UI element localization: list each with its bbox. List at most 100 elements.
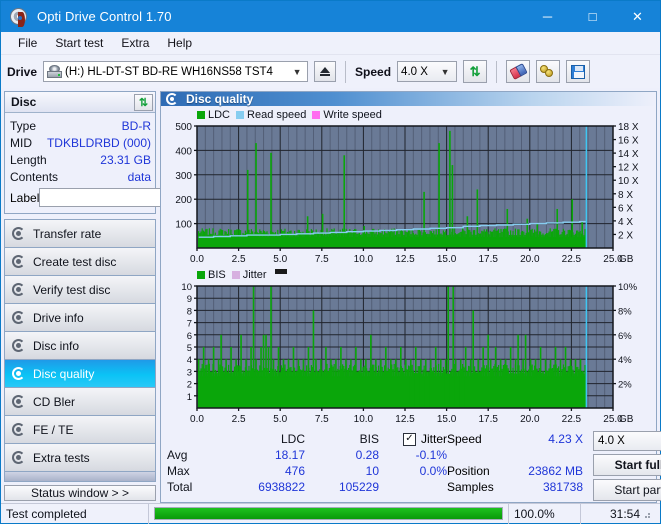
sidebar-item-extra-tests[interactable]: Extra tests [5,444,155,472]
svg-text:8: 8 [187,306,192,317]
sidebar-item-label: Verify test disc [33,282,111,297]
control-speed-value: 4.23 X [548,432,583,446]
disc-icon [11,226,27,241]
controls-readouts: Speed Position Samples 4.23 X 23862 MB 3… [447,431,583,501]
svg-text:5.0: 5.0 [273,414,287,425]
svg-text:12.5: 12.5 [395,414,415,425]
control-samples-label-row: Samples [447,479,509,495]
sidebar-item-transfer-rate[interactable]: Transfer rate [5,220,155,248]
settings-button[interactable] [536,60,561,83]
eraser-icon [508,63,528,80]
content-area: Disc ⇅ Type BD-R MID TDKBLDRBD (000) Len… [1,88,661,503]
jitter-header: ✓ Jitter [379,432,447,446]
svg-text:100: 100 [175,220,192,231]
legend-read-speed: Read speed [236,109,306,121]
toolbar: Drive (H:) HL-DT-ST BD-RE WH16NS58 TST4 … [1,55,660,88]
svg-text:10 X: 10 X [618,176,639,187]
disc-row-type: Type BD-R [10,117,151,134]
stats-max-jitter: 0.0% [419,464,447,478]
control-speed-label: Speed [447,432,482,446]
start-full-button[interactable]: Start full [593,454,661,476]
svg-text:6%: 6% [618,331,632,342]
control-position-value-row: 23862 MB [509,463,583,479]
sidebar-filler [4,472,156,482]
menu-bar: File Start test Extra Help [1,32,660,55]
speed-select[interactable]: 4.0 X ▼ [397,61,458,82]
disc-panel-header: Disc ⇅ [5,92,155,113]
resize-grip-icon[interactable] [640,508,652,520]
svg-text:16 X: 16 X [618,136,639,147]
save-button[interactable] [566,60,591,83]
svg-text:10.0: 10.0 [354,414,374,425]
progress-percent: 100.0% [509,503,581,524]
legend-jitter: Jitter [231,269,267,281]
menu-file[interactable]: File [9,33,46,53]
save-icon [571,64,586,79]
svg-text:22.5: 22.5 [562,414,582,425]
status-window-button[interactable]: Status window > > [4,485,156,501]
disc-panel: Disc ⇅ Type BD-R MID TDKBLDRBD (000) Len… [4,91,243,214]
eject-button[interactable] [314,61,337,82]
stats-max-bis: 10 [365,464,379,478]
disc-row-mid: MID TDKBLDRBD (000) [10,134,151,151]
spacer-row-2 [509,447,583,463]
stats-row-label: Max [167,464,190,478]
elapsed-time: 31:54 [581,504,660,524]
svg-text:7: 7 [187,319,192,330]
disc-type-value: BD-R [121,118,151,133]
jitter-checkbox[interactable]: ✓ [402,432,416,446]
svg-text:500: 500 [175,122,192,133]
control-position-value: 23862 MB [528,464,583,478]
disc-quality-icon [166,92,180,106]
disc-icon [11,282,27,297]
svg-text:0.0: 0.0 [190,414,204,425]
legend-swatch-read-speed [236,111,245,119]
ldc-chart-svg: 100 200 300 400 500 2 X 4 X 6 X 8 X 10 X 12 X 14 X 1… [175,122,639,265]
svg-text:200: 200 [175,195,192,206]
menu-start-test[interactable]: Start test [46,33,112,53]
refresh-button[interactable]: ⇅ [463,60,488,83]
svg-text:2: 2 [187,380,192,391]
menu-help[interactable]: Help [158,33,201,53]
svg-text:4 X: 4 X [618,217,633,228]
app-window: Opti Drive Control 1.70 ─ □ ✕ File Start… [0,0,661,524]
sidebar-item-fe-te[interactable]: FE / TE [5,416,155,444]
disc-icon [11,338,27,353]
sidebar-item-cd-bler[interactable]: CD Bler [5,388,155,416]
start-part-button[interactable]: Start part [593,479,661,501]
control-speed-label-row: Speed [447,431,509,447]
drive-select-value: (H:) HL-DT-ST BD-RE WH16NS58 TST4 [65,65,273,78]
sidebar-item-label: FE / TE [33,422,74,437]
svg-text:20.0: 20.0 [520,254,540,265]
nav-list: Transfer rate Create test disc Verify te… [4,219,156,472]
controls-area: Speed Position Samples 4.23 X 23862 MB 3… [447,431,661,501]
svg-text:9: 9 [187,294,192,305]
svg-text:15.0: 15.0 [437,254,457,265]
sidebar: Disc ⇅ Type BD-R MID TDKBLDRBD (000) Len… [1,88,243,503]
menu-extra[interactable]: Extra [112,33,158,53]
close-button[interactable]: ✕ [615,1,660,32]
stats-avg-jitter: -0.1% [415,448,447,462]
svg-text:22.5: 22.5 [562,254,582,265]
legend-ldc: LDC [197,109,230,121]
status-bar: Test completed 100.0% 31:54 [1,503,660,524]
sidebar-item-drive-info[interactable]: Drive info [5,304,155,332]
sidebar-item-disc-info[interactable]: Disc info [5,332,155,360]
test-speed-select[interactable]: 4.0 X ▼ [593,431,661,451]
control-samples-value: 381738 [542,480,583,494]
controls-buttons: 4.0 X ▼ Start full Start part [593,431,661,501]
sidebar-item-create-test-disc[interactable]: Create test disc [5,248,155,276]
maximize-button[interactable]: □ [570,1,615,32]
control-speed-value-row: 4.23 X [509,431,583,447]
disc-rows: Type BD-R MID TDKBLDRBD (000) Length 23.… [5,113,243,213]
minimize-button[interactable]: ─ [525,1,570,32]
svg-text:18 X: 18 X [618,122,639,133]
sidebar-item-verify-test-disc[interactable]: Verify test disc [5,276,155,304]
disc-refresh-button[interactable]: ⇅ [134,93,153,111]
drive-select[interactable]: (H:) HL-DT-ST BD-RE WH16NS58 TST4 ▼ [43,61,309,82]
erase-button[interactable] [506,60,531,83]
sidebar-item-disc-quality[interactable]: Disc quality [5,360,155,388]
controls-labels: Speed Position Samples [447,431,509,501]
disc-icon [11,366,27,381]
svg-text:7.5: 7.5 [315,414,329,425]
